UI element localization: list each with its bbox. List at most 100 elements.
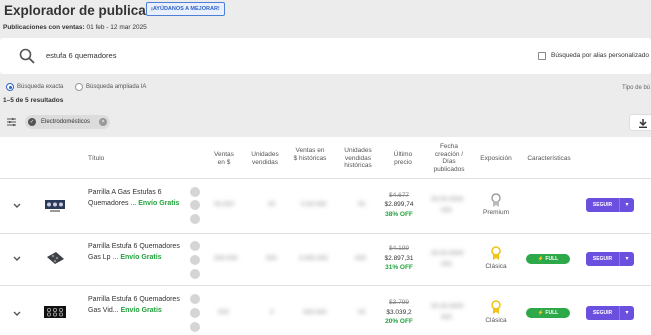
creation-date: 00.00.0000 [431,250,464,257]
exposure-label: Clásica [485,263,507,270]
action-dot[interactable] [190,214,200,224]
action-dot[interactable] [190,308,200,318]
full-badge: ⚡ FULL [526,254,570,264]
ventas-historicas-value: 0.00.000 [301,201,327,208]
unidades-historicas-value: 000 [355,255,366,262]
search-bar: Búsqueda por alias personalizado [0,38,651,74]
discount-label: 20% OFF [385,318,413,325]
unidades-historicas-value: 00 [358,201,366,208]
column-header-ultimo-precio[interactable]: Último precio [388,151,418,166]
action-dot[interactable] [190,241,200,251]
current-price: $2.899,74 [384,201,414,208]
discount-label: 38% OFF [385,211,413,218]
chevron-down-icon[interactable] [12,255,22,263]
product-thumbnail[interactable] [44,199,66,213]
action-dot[interactable] [190,269,200,279]
ventas-value: 000 [218,309,229,316]
discount-label: 31% OFF [385,264,413,271]
action-dot[interactable] [190,294,200,304]
search-type-label[interactable]: Tipo de bú [622,85,650,91]
original-price: $3.799 [389,299,409,306]
product-thumbnail[interactable] [44,305,66,319]
chevron-down-icon[interactable] [12,310,22,318]
lightning-icon: ⚡ [537,310,545,316]
results-count: 1–5 de 5 resultados [3,97,64,104]
header-divider [0,178,651,179]
sales-date-range: Publicaciones con ventas: 01 feb - 12 ma… [3,24,147,31]
sales-range-value: 01 feb - 12 mar 2025 [86,24,147,31]
exposure-label: Clásica [485,317,507,324]
follow-button-label: SEGUIR [586,306,620,320]
action-dot[interactable] [190,187,200,197]
unidades-value: 000 [266,255,277,262]
unidades-value: 00 [268,201,276,208]
product-thumbnail[interactable] [44,251,66,265]
help-us-improve-button[interactable]: ¡AYÚDANOS A MEJORAR! [146,2,225,16]
close-icon[interactable]: × [99,118,107,126]
action-dot[interactable] [190,200,200,210]
download-button[interactable] [629,114,651,131]
chevron-down-icon[interactable] [12,202,22,210]
free-shipping-label: Envío Gratis [120,254,162,261]
full-label: FULL [545,256,559,262]
lightning-icon: ⚡ [537,256,545,262]
unidades-historicas-value: 00 [358,309,366,316]
ventas-value: 000.000 [214,255,238,262]
follow-button-label: SEGUIR [586,252,620,266]
follow-button[interactable]: SEGUIR ▾ [586,198,634,212]
original-price: $4.199 [389,245,409,252]
current-price: $2.897,31 [384,255,414,262]
publications-table: Título Ventas en $ Unidades vendidas Ven… [0,137,651,335]
current-price: $3.039,2 [386,309,412,316]
search-input[interactable] [46,51,346,60]
clasica-medal-icon [491,246,501,260]
check-icon: ✓ [28,118,36,126]
ai-search-radio[interactable] [75,83,83,91]
alias-search-label: Búsqueda por alias personalizado [551,52,649,59]
full-label: FULL [545,310,559,316]
search-icon[interactable] [19,48,35,64]
days-published: 000 [441,261,452,268]
original-price: $4.677 [389,192,409,199]
dropdown-caret-icon[interactable]: ▾ [620,252,634,266]
creation-date: 00.00.0000 [431,303,464,310]
row-title[interactable]: Parrilla Estufa 6 Quemadores Gas Vid... … [88,294,188,316]
filter-icon[interactable] [7,118,16,126]
follow-button[interactable]: SEGUIR ▾ [586,306,634,320]
action-dot[interactable] [190,255,200,265]
row-title[interactable]: Parrilla A Gas Estufas 6 Quemadores ... … [88,187,188,209]
row-title[interactable]: Parrilla Estufa 6 Quemadores Gas Lp ... … [88,241,188,263]
chip-label: Electrodomésticos [41,119,91,125]
ventas-value: 00.000 [214,201,234,208]
column-header-ventas[interactable]: Ventas en $ [210,151,238,166]
follow-button[interactable]: SEGUIR ▾ [586,252,634,266]
column-header-ventas-historicas[interactable]: Ventas en $ históricas [293,147,327,162]
ventas-historicas-value: 0.000.000 [299,255,328,262]
column-header-caracteristicas[interactable]: Características [522,155,576,163]
ai-search-label: Búsqueda ampliada IA [86,84,147,90]
alias-search-checkbox[interactable] [538,52,546,60]
dropdown-caret-icon[interactable]: ▾ [620,198,634,212]
column-header-exposicion[interactable]: Exposición [478,155,514,163]
follow-button-label: SEGUIR [586,198,620,212]
column-header-fecha[interactable]: Fecha creación / Días publicados [428,143,470,173]
action-dot[interactable] [190,322,200,332]
exact-search-label: Búsqueda exacta [17,84,64,90]
dropdown-caret-icon[interactable]: ▾ [620,306,634,320]
column-label: Ventas en $ [214,151,234,166]
column-header-titulo[interactable]: Título [88,155,104,163]
clasica-medal-icon [491,300,501,314]
exposure-label: Premium [482,209,509,216]
exact-search-radio[interactable] [6,83,14,91]
column-header-unidades[interactable]: Unidades vendidas [246,151,284,166]
download-icon [639,119,647,128]
column-header-unidades-historicas[interactable]: Unidades vendidas históricas [338,147,378,170]
days-published: 000 [441,314,452,321]
row-divider [0,233,651,234]
row-divider [0,285,651,286]
ventas-historicas-value: 000.000 [303,309,327,316]
free-shipping-label: Envío Gratis [120,307,162,314]
category-filter-chip[interactable]: ✓ Electrodomésticos × [25,115,110,129]
free-shipping-label: Envío Gratis [138,200,180,207]
premium-medal-icon [491,193,501,207]
